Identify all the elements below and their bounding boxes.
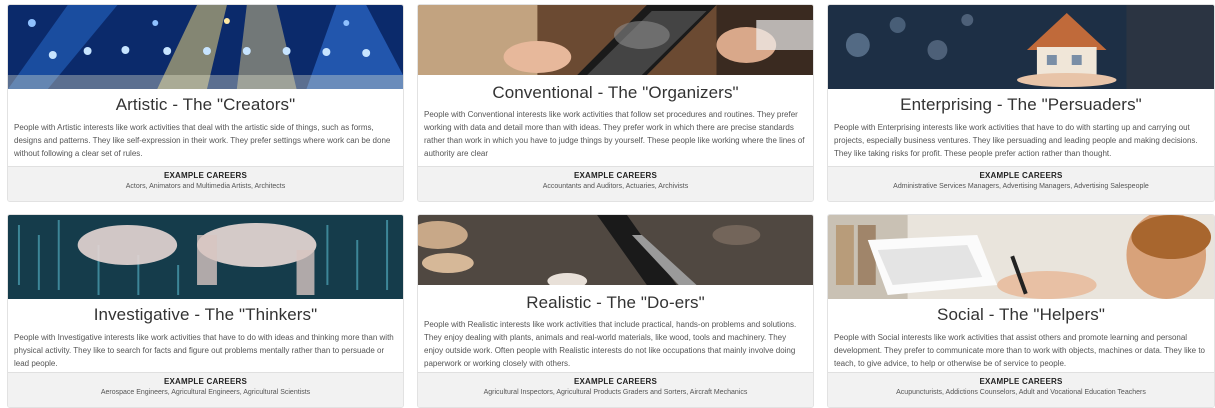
realistic-woodworking-image [418,215,813,285]
example-careers-list: Acupuncturists, Addictions Counselors, A… [896,389,1146,396]
example-careers-list: Administrative Services Managers, Advert… [893,183,1149,190]
card-description: People with Artistic interests like work… [14,123,391,158]
card-realistic[interactable]: Realistic - The "Do-ers" People with Rea… [417,214,814,408]
card-description: People with Realistic interests like wor… [424,320,797,368]
example-careers-list: Actors, Animators and Multimedia Artists… [125,183,286,190]
card-footer: EXAMPLE CAREERS Acupuncturists, Addictio… [828,372,1214,407]
card-title: Enterprising - The "Persuaders" [900,95,1142,114]
conventional-tablet-image [418,5,813,75]
card-artistic[interactable]: Artistic - The "Creators" People with Ar… [7,4,404,202]
example-careers-heading: EXAMPLE CAREERS [979,171,1063,180]
example-careers-list: Agricultural Inspectors, Agricultural Pr… [483,389,748,396]
card-title: Artistic - The "Creators" [115,95,296,114]
card-investigative[interactable]: Investigative - The "Thinkers" People wi… [7,214,404,408]
card-title: Investigative - The "Thinkers" [93,305,318,324]
card-title: Social - The "Helpers" [937,305,1105,324]
card-footer: EXAMPLE CAREERS Administrative Services … [828,166,1214,201]
example-careers-heading: EXAMPLE CAREERS [163,171,247,180]
card-footer: EXAMPLE CAREERS Agricultural Inspectors,… [418,372,813,407]
example-careers-heading: EXAMPLE CAREERS [573,171,657,180]
example-careers-heading: EXAMPLE CAREERS [163,377,247,386]
card-description: People with Social interests like work a… [834,333,1205,368]
artistic-stage-lights-image [8,5,403,89]
card-footer: EXAMPLE CAREERS Aerospace Engineers, Agr… [8,372,403,407]
card-enterprising[interactable]: Enterprising - The "Persuaders" People w… [827,4,1215,202]
card-description: People with Conventional interests like … [424,110,805,158]
card-description: People with Investigative interests like… [14,333,394,368]
card-footer: EXAMPLE CAREERS Actors, Animators and Mu… [8,166,403,201]
enterprising-house-image [828,5,1214,89]
card-title: Conventional - The "Organizers" [492,83,739,102]
example-careers-heading: EXAMPLE CAREERS [979,377,1063,386]
example-careers-heading: EXAMPLE CAREERS [573,377,657,386]
example-careers-list: Aerospace Engineers, Agricultural Engine… [100,389,311,396]
investigative-hands-code-image [8,215,403,299]
example-careers-list: Accountants and Auditors, Actuaries, Arc… [542,183,689,190]
card-social[interactable]: Social - The "Helpers" People with Socia… [827,214,1215,408]
card-description: People with Enterprising interests like … [834,123,1198,158]
card-title: Realistic - The "Do-ers" [526,293,705,312]
card-footer: EXAMPLE CAREERS Accountants and Auditors… [418,166,813,201]
social-tutoring-image [828,215,1214,299]
card-conventional[interactable]: Conventional - The "Organizers" People w… [417,4,814,202]
